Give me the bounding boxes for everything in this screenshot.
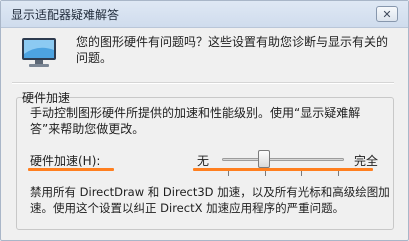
- close-icon: ✕: [382, 7, 392, 21]
- window-title: 显示适配器疑难解答: [11, 8, 120, 22]
- slider-tick: [301, 171, 303, 176]
- slider-max-label: 完全: [354, 154, 379, 168]
- title-bar: 显示适配器疑难解答 ✕: [1, 1, 408, 28]
- close-button[interactable]: ✕: [376, 6, 398, 22]
- acceleration-slider-track[interactable]: [222, 158, 344, 161]
- separator: [12, 82, 394, 84]
- monitor-icon: [22, 38, 56, 67]
- intro-text: 您的图形硬件有问题吗？这些设置有助您诊断与显示有关的问题。: [76, 35, 389, 65]
- setting-detail-text: 禁用所有 DirectDraw 和 Direct3D 加速，以及所有光标和高级绘…: [30, 185, 390, 215]
- slider-min-label: 无: [197, 154, 210, 168]
- highlight-underline-label: [28, 168, 114, 171]
- group-title: 硬件加速: [22, 91, 71, 105]
- hardware-acceleration-label: 硬件加速(H):: [30, 154, 101, 168]
- acceleration-slider-thumb[interactable]: [258, 150, 271, 168]
- highlight-underline-slider: [193, 168, 373, 171]
- group-description: 手动控制图形硬件所提供的加速和性能级别。使用“显示疑难解答”来帮助您做更改。: [30, 106, 361, 136]
- slider-tick: [228, 171, 229, 176]
- slider-tick: [264, 171, 266, 176]
- slider-tick: [338, 171, 339, 176]
